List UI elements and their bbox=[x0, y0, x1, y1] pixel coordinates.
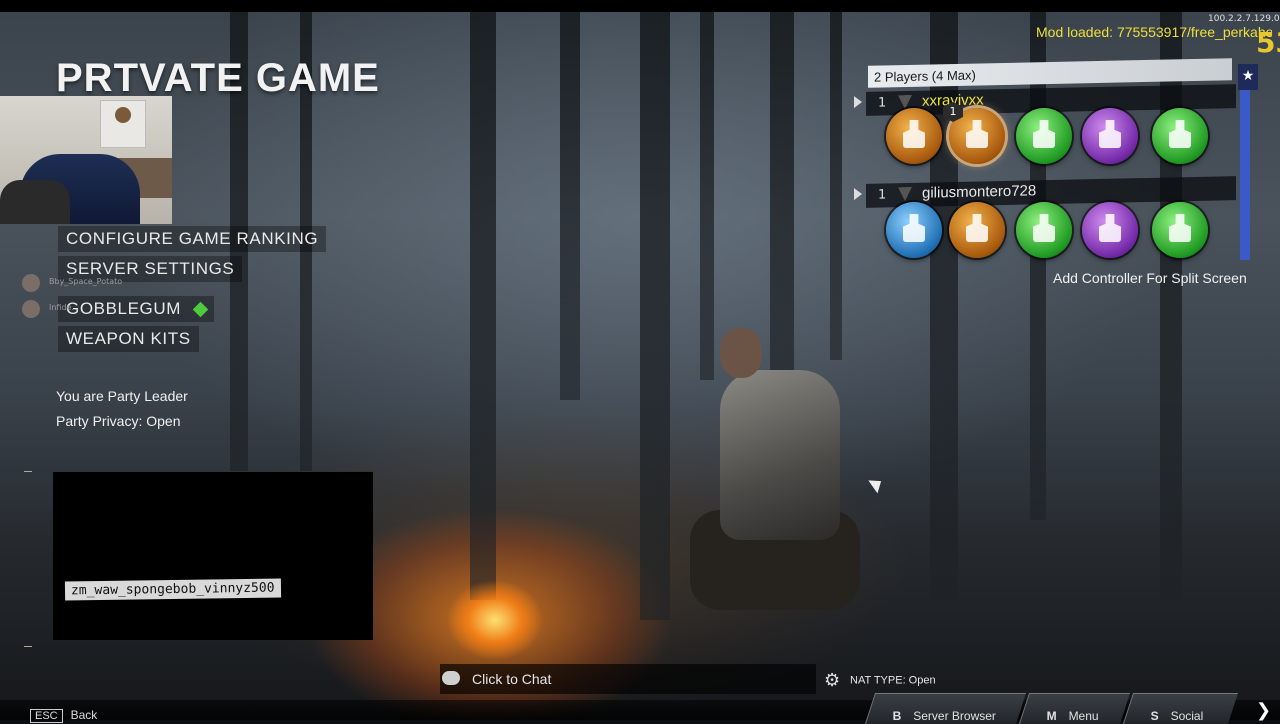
menu-configure-game-ranking[interactable]: CONFIGURE GAME RANKING bbox=[58, 226, 327, 252]
divider bbox=[24, 646, 32, 647]
esc-key-icon: ESC bbox=[30, 709, 63, 723]
perk-icon-orange[interactable] bbox=[886, 108, 942, 164]
party-privacy-text: Party Privacy: Open bbox=[56, 413, 181, 429]
map-name-label: zm_waw_spongebob_vinnyz500 bbox=[64, 578, 281, 601]
perk-icon-green[interactable] bbox=[1152, 202, 1208, 258]
lobby-header: 2 Players (4 Max) bbox=[868, 58, 1232, 88]
perk-icon-green[interactable] bbox=[1152, 108, 1208, 164]
player-name: giliusmontero728 bbox=[922, 182, 1037, 202]
perk-icon-purple[interactable] bbox=[1082, 108, 1138, 164]
mod-loaded-text: Mod loaded: 775553917/free_perkaholic bbox=[1036, 24, 1272, 40]
avatar bbox=[22, 274, 40, 292]
expand-arrow-icon[interactable] bbox=[854, 187, 862, 201]
expand-arrow-icon[interactable] bbox=[854, 95, 862, 109]
campfire bbox=[420, 560, 570, 660]
perk-icon-green[interactable] bbox=[1016, 108, 1072, 164]
perk-icon-blue[interactable] bbox=[886, 202, 942, 258]
map-preview: zm_waw_spongebob_vinnyz500 bbox=[53, 471, 373, 640]
perk-icon-orange[interactable] bbox=[949, 202, 1005, 258]
chevron-right-icon[interactable]: ❯ bbox=[1256, 700, 1271, 721]
wall-poster-image bbox=[100, 100, 146, 148]
chat-input[interactable]: Click to Chat bbox=[440, 664, 816, 694]
nat-type-status: ⚙ NAT TYPE: Open bbox=[824, 670, 936, 691]
menu-button[interactable]: M Menu bbox=[1018, 693, 1131, 724]
corner-counter: 53 bbox=[1256, 26, 1280, 59]
friend-item[interactable]: Bby_Space_Potato bbox=[22, 274, 202, 294]
gear-icon[interactable]: ⚙ bbox=[824, 670, 842, 691]
page-title: PRTVATE GAME bbox=[56, 56, 380, 100]
lobby-player-panel: 2 Players (4 Max) 1 xxrayivxx 1 1 gilius… bbox=[854, 58, 1236, 268]
star-icon[interactable]: ★ bbox=[1238, 64, 1258, 90]
perk-icon-green[interactable] bbox=[1016, 202, 1072, 258]
player-1-perks: 1 bbox=[886, 102, 1216, 170]
soldier-character bbox=[690, 320, 890, 620]
party-leader-text: You are Party Leader bbox=[56, 388, 188, 404]
version-text: 100.2.2.7.129.0 bbox=[1208, 14, 1280, 24]
avatar bbox=[22, 300, 40, 318]
split-screen-prompt[interactable]: Add Controller For Split Screen bbox=[1053, 270, 1247, 286]
player-2-perks bbox=[886, 202, 1216, 264]
chat-bubble-icon bbox=[442, 671, 460, 685]
server-browser-button[interactable]: B Server Browser bbox=[864, 693, 1027, 724]
top-letterbox bbox=[0, 0, 1280, 12]
webcam-overlay bbox=[0, 96, 172, 224]
lobby-scrollbar[interactable] bbox=[1240, 90, 1250, 260]
back-button[interactable]: ESC Back bbox=[30, 708, 97, 723]
perk-icon-purple[interactable] bbox=[1082, 202, 1138, 258]
menu-weapon-kits[interactable]: WEAPON KITS bbox=[58, 326, 199, 352]
social-button[interactable]: S Social bbox=[1122, 693, 1239, 724]
divider bbox=[24, 471, 32, 472]
perk-icon-orange[interactable]: 1 bbox=[943, 102, 1005, 164]
rank-emblem-icon bbox=[898, 187, 912, 201]
friend-item[interactable]: Infide... bbox=[22, 300, 202, 320]
